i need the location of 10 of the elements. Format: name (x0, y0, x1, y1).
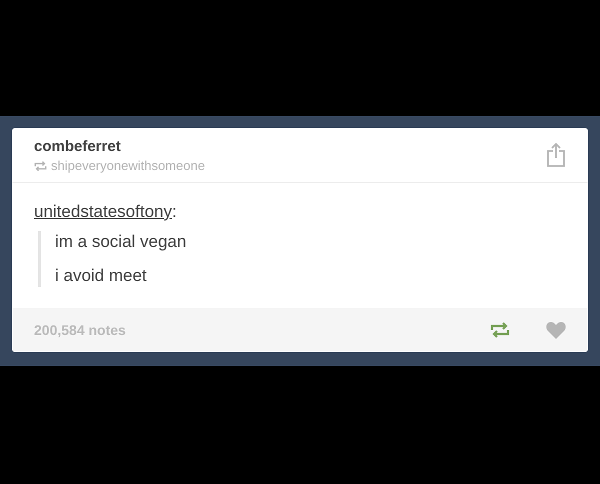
heart-icon[interactable] (546, 321, 566, 339)
quote-line: i avoid meet (55, 265, 148, 287)
source-colon: : (172, 202, 177, 221)
reblog-icon (490, 322, 510, 338)
author-name[interactable]: combeferret (34, 138, 205, 156)
reblog-icon (34, 160, 47, 172)
source-link[interactable]: unitedstatesoftony (34, 202, 172, 221)
quote-line: im a social vegan (55, 231, 188, 253)
share-icon[interactable] (546, 142, 566, 168)
reblog-button[interactable] (490, 322, 510, 338)
